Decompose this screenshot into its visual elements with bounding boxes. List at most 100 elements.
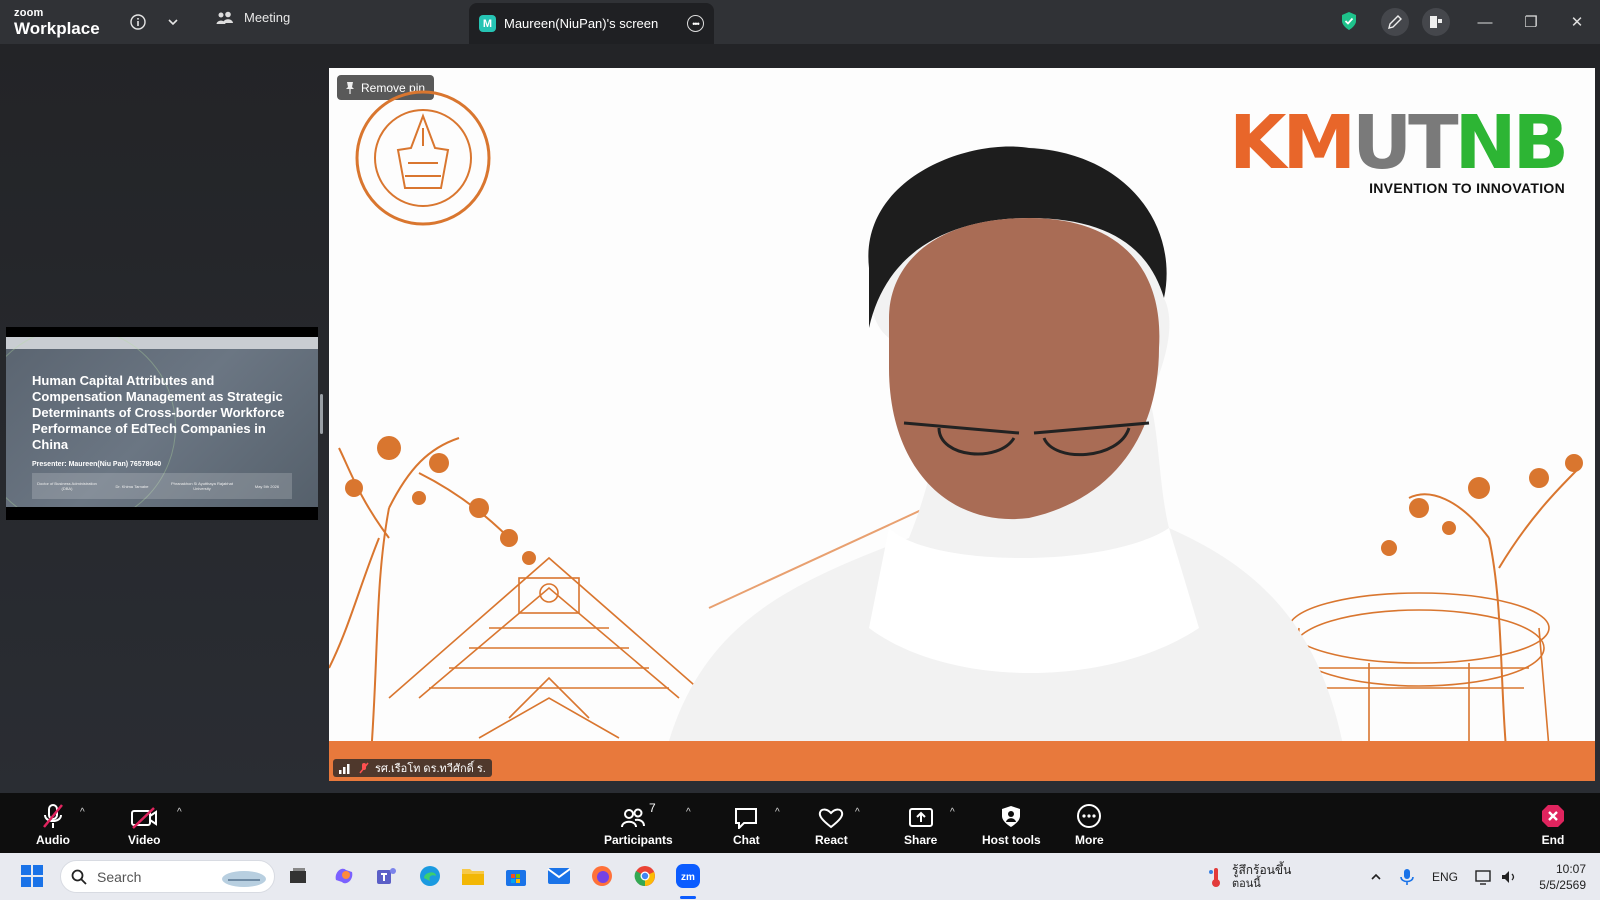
tab-meeting[interactable]: Meeting: [216, 10, 290, 25]
host-tools-button[interactable]: Host tools: [982, 801, 1041, 847]
weather-widget[interactable]: รู้สึกร้อนขึ้น ตอนนี้: [1208, 853, 1291, 900]
language-indicator[interactable]: ENG: [1432, 853, 1458, 900]
react-button[interactable]: React: [815, 801, 848, 847]
more-options-icon[interactable]: •••: [687, 15, 704, 32]
weather-line2: ตอนนี้: [1232, 877, 1261, 890]
teams-icon[interactable]: [373, 862, 401, 890]
edge-browser-icon[interactable]: [416, 862, 444, 890]
end-label: End: [1541, 833, 1565, 847]
video-label: Video: [128, 833, 161, 847]
video-off-icon: [131, 807, 158, 829]
avatar: M: [479, 15, 496, 32]
system-tray-quick-settings[interactable]: [1475, 853, 1517, 900]
meeting-toolbar: Audio ^ Video ^ 7 Participants ^ Chat ^ …: [0, 793, 1600, 853]
weather-line1: รู้สึกร้อนขึ้น: [1232, 862, 1292, 877]
more-icon: [1077, 804, 1102, 828]
clock-date: 5/5/2569: [1539, 878, 1586, 892]
clock-time: 10:07: [1555, 862, 1586, 876]
share-options-caret-icon[interactable]: ^: [950, 807, 955, 818]
shield-icon[interactable]: [1338, 10, 1360, 32]
chat-label: Chat: [733, 833, 760, 847]
title-bar: zoom Workplace Meeting M Maureen(NiuPan)…: [0, 0, 1600, 44]
share-screen-icon: [908, 808, 933, 827]
brand-big: Workplace: [14, 19, 100, 38]
react-options-caret-icon[interactable]: ^: [855, 807, 860, 818]
shared-screen-thumbnail[interactable]: Human Capital Attributes and Compensatio…: [6, 327, 318, 520]
heart-icon: [819, 808, 844, 829]
zoom-app-icon[interactable]: zm: [674, 862, 702, 890]
zoom-window: zoom Workplace Meeting M Maureen(NiuPan)…: [0, 0, 1600, 900]
participant-name-tag: รศ.เรือโท ดร.ทวีศักดิ์ ร.: [333, 759, 492, 777]
host-shield-icon: [1002, 806, 1021, 827]
participants-icon: [621, 808, 645, 828]
slide-title: Human Capital Attributes and Compensatio…: [32, 373, 285, 452]
participants-button[interactable]: 7 Participants: [604, 801, 673, 847]
chat-icon: [735, 808, 758, 829]
taskbar-search-input[interactable]: Search: [60, 860, 275, 893]
screen-tab-label: Maureen(NiuPan)'s screen: [504, 16, 659, 31]
brand-small: zoom: [14, 7, 44, 19]
share-label: Share: [904, 833, 938, 847]
thermometer-icon: [1209, 867, 1220, 887]
microsoft-store-icon[interactable]: [502, 862, 530, 890]
kmutnb-wordmark: KMUTNB: [1229, 100, 1569, 186]
copilot-icon[interactable]: [330, 862, 358, 890]
firefox-icon[interactable]: [588, 862, 616, 890]
chat-button[interactable]: Chat: [733, 801, 760, 847]
slide-info-advisor: Dr. Khima Tarnabe: [115, 483, 149, 489]
resize-handle[interactable]: [320, 394, 323, 434]
zoom-workplace-logo: zoom Workplace: [14, 7, 100, 38]
react-label: React: [815, 833, 848, 847]
share-button[interactable]: Share: [904, 801, 937, 847]
end-button[interactable]: End: [1540, 801, 1566, 847]
tab-shared-screen[interactable]: M Maureen(NiuPan)'s screen •••: [469, 3, 714, 44]
muted-mic-icon: [359, 762, 369, 774]
video-button[interactable]: Video: [128, 801, 160, 847]
slide-info-program: Doctor of Business Administration (DBA): [37, 481, 97, 491]
video-options-caret-icon[interactable]: ^: [177, 807, 182, 818]
audio-button[interactable]: Audio: [36, 801, 70, 847]
close-icon[interactable]: ✕: [1554, 13, 1600, 31]
chrome-icon[interactable]: [631, 862, 659, 890]
volume-icon: [1502, 870, 1515, 883]
video-stage: Human Capital Attributes and Compensatio…: [0, 44, 1600, 793]
audio-options-caret-icon[interactable]: ^: [80, 807, 85, 818]
windows-start-icon[interactable]: [18, 862, 46, 890]
taskbar-clock[interactable]: 10:07 5/5/2569: [1539, 861, 1586, 893]
side-panel-icon[interactable]: [1422, 8, 1450, 36]
more-label: More: [1075, 833, 1104, 847]
participants-label: Participants: [604, 833, 673, 847]
chevron-down-icon[interactable]: [162, 11, 184, 33]
slide-info-table: Doctor of Business Administration (DBA) …: [32, 473, 292, 499]
slide-presenter: Presenter: Maureen(Niu Pan) 76578040: [32, 461, 162, 468]
file-explorer-icon[interactable]: [459, 862, 487, 890]
participants-count: 7: [649, 801, 656, 815]
muted-mic-icon: [43, 804, 63, 828]
svg-text:zm: zm: [681, 872, 695, 883]
meeting-info-icon[interactable]: [127, 11, 149, 33]
slide-preview: Human Capital Attributes and Compensatio…: [6, 337, 318, 507]
window-controls: — ❐ ✕: [1462, 0, 1600, 44]
host-tools-label: Host tools: [982, 833, 1041, 847]
show-hidden-icons-icon[interactable]: [1370, 853, 1382, 900]
minimize-icon[interactable]: —: [1462, 14, 1508, 31]
search-placeholder: Search: [97, 868, 142, 885]
kmutnb-logo: KMUTNB INVENTION TO INNOVATION: [1229, 100, 1569, 196]
task-view-icon[interactable]: [284, 862, 312, 890]
university-seal-logo: [353, 88, 493, 233]
os-taskbar: Search zm รู้สึกร้อนขึ้น ตอนนี้ ENG 10:0…: [0, 853, 1600, 900]
more-button[interactable]: More: [1075, 801, 1104, 847]
pinned-video[interactable]: Remove pin KMUTNB INVENTION TO INNOVATIO…: [329, 68, 1595, 781]
search-icon: [71, 869, 87, 885]
participants-options-caret-icon[interactable]: ^: [686, 807, 691, 818]
annotate-pencil-icon[interactable]: [1381, 8, 1409, 36]
meeting-tab-label: Meeting: [244, 10, 291, 25]
network-icon: [1475, 869, 1491, 885]
restore-icon[interactable]: ❐: [1508, 13, 1554, 31]
audio-label: Audio: [36, 833, 70, 847]
slide-info-date: May 5th 2026: [254, 483, 280, 489]
microphone-tray-icon[interactable]: [1400, 853, 1414, 900]
mail-icon[interactable]: [545, 862, 573, 890]
chat-options-caret-icon[interactable]: ^: [775, 807, 780, 818]
participant-name: รศ.เรือโท ดร.ทวีศักดิ์ ร.: [375, 763, 486, 775]
